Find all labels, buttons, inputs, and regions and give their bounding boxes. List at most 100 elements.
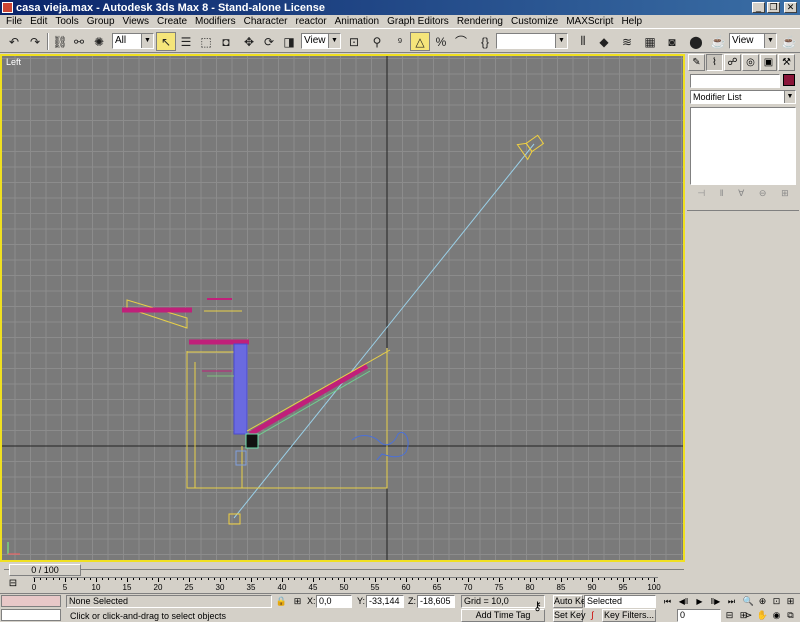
- make-unique-icon[interactable]: ∀: [738, 188, 744, 204]
- menu-animation[interactable]: Animation: [331, 16, 383, 27]
- remove-modifier-icon[interactable]: ⊖: [759, 188, 767, 204]
- key-filters-button[interactable]: Key Filters...: [602, 609, 656, 622]
- go-to-end-icon[interactable]: ⏭: [724, 595, 739, 608]
- layer-manager-icon[interactable]: ≋: [617, 32, 637, 51]
- pin-stack-icon[interactable]: ⊣: [697, 188, 705, 204]
- set-key-button[interactable]: Set Key: [553, 609, 586, 622]
- viewport-left[interactable]: Left: [0, 54, 685, 562]
- menu-views[interactable]: Views: [119, 16, 154, 27]
- curve-editor-icon[interactable]: ▦: [640, 32, 660, 51]
- angle-snap-icon[interactable]: △: [410, 32, 430, 51]
- maxscript-listener-bottom[interactable]: [1, 609, 61, 621]
- open-mini-curve-editor-icon[interactable]: ⊟: [6, 578, 20, 591]
- snap-toggle-icon[interactable]: ⁹: [390, 32, 410, 51]
- render-scene-icon[interactable]: ☕: [708, 32, 728, 51]
- pivot-center-icon[interactable]: ⊡: [344, 32, 364, 51]
- window-crossing-icon[interactable]: ◘: [216, 32, 236, 51]
- spinner-snap-icon[interactable]: ⌒: [451, 32, 471, 51]
- rectangular-selection-icon[interactable]: ⬚: [196, 32, 216, 51]
- y-coordinate-field[interactable]: -33,144: [366, 595, 404, 608]
- auto-key-button[interactable]: Auto Key: [553, 595, 591, 608]
- select-by-name-icon[interactable]: ☰: [176, 32, 196, 51]
- current-frame-field[interactable]: 0: [677, 609, 721, 622]
- object-name-field[interactable]: [690, 74, 780, 88]
- select-object-icon[interactable]: ↖: [156, 32, 176, 51]
- x-coordinate-field[interactable]: 0,0: [316, 595, 352, 608]
- schematic-view-icon[interactable]: ◙: [662, 32, 682, 51]
- zoom-icon[interactable]: 🔍: [742, 595, 755, 608]
- arc-rotate-icon[interactable]: ◉: [770, 609, 783, 622]
- modifier-stack[interactable]: [690, 107, 796, 185]
- absolute-mode-icon[interactable]: ⊞: [291, 595, 304, 608]
- select-and-rotate-icon[interactable]: ⟳: [259, 32, 279, 51]
- reference-coordinate-dropdown[interactable]: View ▼: [301, 33, 341, 49]
- menu-customize[interactable]: Customize: [507, 16, 562, 27]
- menu-maxscript[interactable]: MAXScript: [562, 16, 617, 27]
- maximize-viewport-icon[interactable]: ⧉: [784, 609, 797, 622]
- minimize-button[interactable]: _: [752, 2, 765, 13]
- render-view-dropdown[interactable]: View ▼: [729, 33, 777, 49]
- z-coordinate-field[interactable]: -18,605: [417, 595, 455, 608]
- select-and-move-icon[interactable]: ✥: [239, 32, 259, 51]
- configure-modifier-sets-icon[interactable]: ⊞: [781, 188, 789, 204]
- select-and-link-icon[interactable]: ⛓: [50, 32, 70, 51]
- hierarchy-tab-icon[interactable]: ☍: [724, 54, 741, 71]
- menu-reactor[interactable]: reactor: [292, 16, 331, 27]
- menu-character[interactable]: Character: [240, 16, 292, 27]
- quick-render-icon[interactable]: ☕: [779, 32, 799, 51]
- modify-tab-icon[interactable]: ⌇: [706, 54, 723, 71]
- maxscript-listener-top[interactable]: [1, 595, 61, 607]
- zoom-all-icon[interactable]: ⊕: [756, 595, 769, 608]
- selection-filter-dropdown[interactable]: All ▼: [112, 33, 154, 49]
- unlink-icon[interactable]: ⚯: [69, 32, 89, 51]
- redo-icon[interactable]: ↷: [25, 32, 45, 51]
- menu-group[interactable]: Group: [83, 16, 119, 27]
- viewport-label[interactable]: Left: [6, 57, 21, 67]
- menu-tools[interactable]: Tools: [51, 16, 82, 27]
- previous-frame-icon[interactable]: ◀‖: [676, 595, 691, 608]
- go-to-start-icon[interactable]: ⏮: [660, 595, 675, 608]
- undo-icon[interactable]: ↶: [4, 32, 24, 51]
- key-icon[interactable]: ⚷: [531, 600, 544, 613]
- create-tab-icon[interactable]: ✎: [688, 54, 705, 71]
- next-frame-icon[interactable]: ‖▶: [708, 595, 723, 608]
- object-color-swatch[interactable]: [783, 74, 795, 86]
- key-mode-selected-dropdown[interactable]: Selected: [584, 595, 656, 608]
- lock-selection-icon[interactable]: 🔒: [275, 595, 288, 608]
- play-icon[interactable]: ▶: [692, 595, 707, 608]
- mirror-icon[interactable]: ⫴: [573, 32, 593, 51]
- display-tab-icon[interactable]: ▣: [760, 54, 777, 71]
- time-slider[interactable]: 0 / 100: [0, 563, 685, 577]
- select-and-manipulate-icon[interactable]: ⚲: [367, 32, 387, 51]
- percent-snap-icon[interactable]: %: [431, 32, 451, 51]
- restore-button[interactable]: ❐: [767, 2, 780, 13]
- show-end-result-icon[interactable]: ‖: [720, 188, 724, 204]
- menu-edit[interactable]: Edit: [26, 16, 51, 27]
- named-selection-dropdown[interactable]: ▼: [496, 33, 568, 49]
- utilities-tab-icon[interactable]: ⚒: [778, 54, 795, 71]
- default-tangents-icon[interactable]: ∫: [586, 609, 599, 622]
- named-selection-icon[interactable]: {}: [475, 32, 495, 51]
- time-slider-thumb[interactable]: 0 / 100: [9, 564, 81, 576]
- menu-help[interactable]: Help: [617, 16, 646, 27]
- pan-icon[interactable]: ✋: [756, 609, 769, 622]
- select-and-scale-icon[interactable]: ◨: [279, 32, 299, 51]
- bind-space-warp-icon[interactable]: ✺: [89, 32, 109, 51]
- menu-modifiers[interactable]: Modifiers: [191, 16, 240, 27]
- menu-create[interactable]: Create: [153, 16, 191, 27]
- material-editor-icon[interactable]: ⬤: [686, 32, 706, 51]
- menu-rendering[interactable]: Rendering: [453, 16, 507, 27]
- field-of-view-icon[interactable]: ⋗: [742, 609, 755, 622]
- align-icon[interactable]: ◆: [594, 32, 614, 51]
- zoom-extents-icon[interactable]: ⊡: [770, 595, 783, 608]
- key-mode-toggle-icon[interactable]: ⊟: [723, 609, 736, 622]
- track-bar[interactable]: ⊟ 0 5 10 15 20 25 30 35 40 45 50 55 60 65 70 75 80 85 90 95…: [0, 577, 685, 593]
- track-bar-ruler[interactable]: 0 5 10 15 20 25 30 35 40 45 50 55 60 65 70 75 80 85 90 95 10…: [32, 577, 661, 593]
- motion-tab-icon[interactable]: ◎: [742, 54, 759, 71]
- close-button[interactable]: ✕: [784, 2, 797, 13]
- menu-file[interactable]: File: [2, 16, 26, 27]
- zoom-extents-all-icon[interactable]: ⊞: [784, 595, 797, 608]
- menu-graph-editors[interactable]: Graph Editors: [383, 16, 453, 27]
- ruler-tick: [207, 578, 209, 580]
- modifier-list-dropdown[interactable]: Modifier List ▼: [690, 90, 796, 104]
